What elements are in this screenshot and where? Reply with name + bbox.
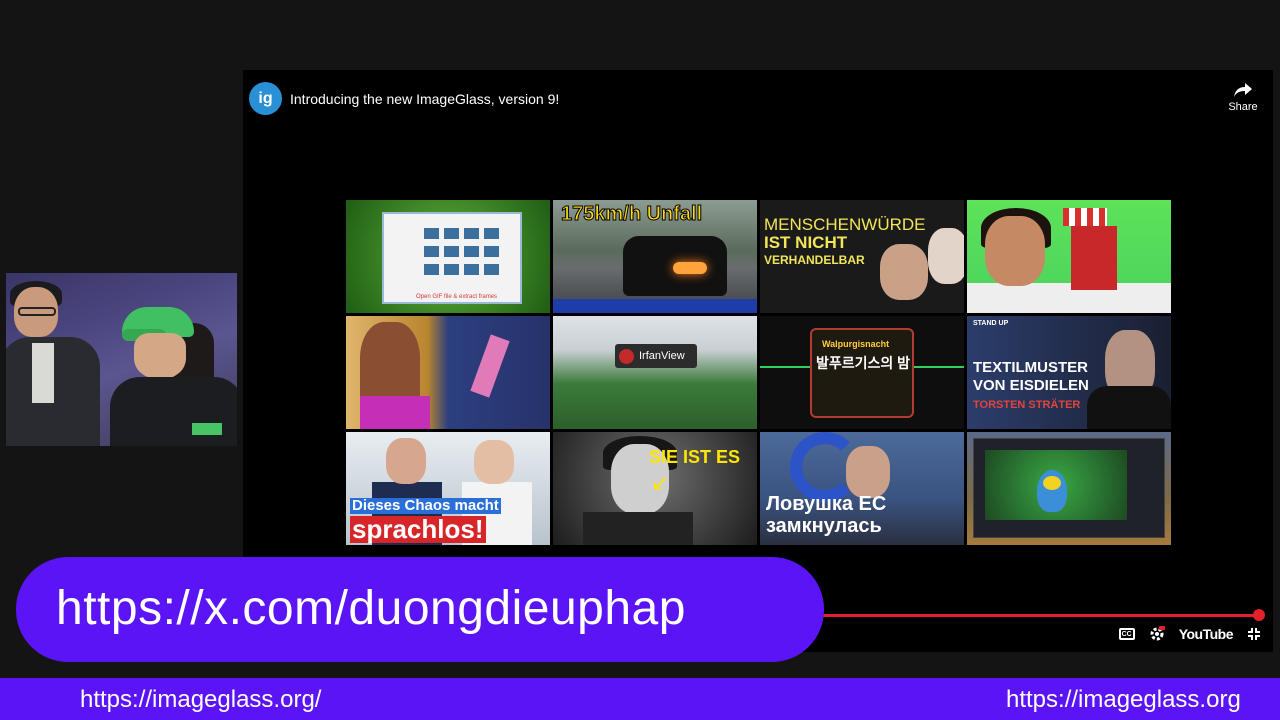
exit-fullscreen-icon[interactable] <box>1247 627 1261 641</box>
app-window <box>382 212 522 304</box>
thumbnail-caption-2: 발푸르기스의 밤 <box>816 355 911 371</box>
thumbnail-caption-1: Walpurgisnacht <box>822 339 890 349</box>
person-face <box>474 440 514 484</box>
thumbnail-caption-2: VON EISDIELEN <box>973 377 1089 394</box>
thumbnail-caption-2: IST NICHT <box>764 233 848 252</box>
control-buttons: CC YouTube <box>1118 626 1261 642</box>
youtube-logo[interactable]: YouTube <box>1179 626 1234 642</box>
irfanview-badge: IrfanView <box>615 344 697 368</box>
progress-scrubber[interactable] <box>1253 609 1265 621</box>
parrot-head <box>1043 476 1061 490</box>
thumbnail-parrot[interactable] <box>967 432 1171 545</box>
thumbnail-caption-2: замкнулась <box>766 515 882 537</box>
thumbnail-textilmuster[interactable]: STAND UP TEXTILMUSTER VON EISDIELEN TORS… <box>967 316 1171 429</box>
thumbnail-caption-1: TEXTILMUSTER <box>973 359 1088 376</box>
thumbnail-caption-3: VERHANDELBAR <box>764 253 865 267</box>
table <box>967 283 1171 313</box>
road <box>553 299 757 313</box>
thumbnail-walpurgisnacht[interactable]: Walpurgisnacht 발푸르기스의 밤 <box>760 316 964 429</box>
irfanview-label: IrfanView <box>639 350 685 362</box>
thumbnail-gif-frames[interactable]: Open GIF file & extract frames <box>346 200 550 313</box>
stream-canvas: ig Introducing the new ImageGlass, versi… <box>0 0 1280 720</box>
cohost-face <box>134 333 186 379</box>
cart-awning <box>1063 208 1107 226</box>
cohost-body <box>110 377 237 446</box>
thumbnail-caption: 175km/h Unfall <box>560 203 703 225</box>
person-coat <box>1087 386 1171 429</box>
cart <box>1071 226 1117 290</box>
person-face <box>880 244 928 300</box>
share-label: Share <box>1228 101 1258 113</box>
channel-logo[interactable]: ig <box>249 82 282 115</box>
thumbnail-sie-ist-es[interactable]: ↙ SIE IST ES <box>553 432 757 545</box>
person-face <box>846 446 890 498</box>
car-light <box>673 262 707 274</box>
footer-url-repeat: https://imageglass.org <box>1006 686 1241 713</box>
share-button[interactable]: Share <box>1223 82 1263 113</box>
thumbnail-caption-2: sprachlos! <box>350 514 486 544</box>
thumbnail-caption-1: MENSCHENWÜRDE <box>764 215 926 234</box>
thumbnail-gym[interactable] <box>346 316 550 429</box>
thumbnail-caption-3: TORSTEN STRÄTER <box>973 399 1081 411</box>
social-url-banner: https://x.com/duongdieuphap <box>16 557 824 662</box>
thumbnail-car-crash[interactable]: 175km/h Unfall <box>553 200 757 313</box>
thumbnail-grid: Open GIF file & extract frames 175km/h U… <box>346 200 1172 549</box>
host-shirt <box>32 343 54 403</box>
video-title[interactable]: Introducing the new ImageGlass, version … <box>290 91 559 107</box>
thumbnail-coke-cart[interactable] <box>967 200 1171 313</box>
irfanview-icon <box>619 348 634 364</box>
thumbnail-caption: SIE IST ES <box>649 447 741 467</box>
thumbnail-tag: STAND UP <box>973 320 1009 327</box>
settings-icon[interactable] <box>1149 626 1165 642</box>
footer-url: https://imageglass.org/ <box>80 686 322 713</box>
girl-face <box>985 216 1045 286</box>
person-face <box>386 438 426 484</box>
thumbnail-caption: Open GIF file & extract frames <box>416 294 498 300</box>
arrow-icon: ↙ <box>651 470 670 495</box>
share-icon <box>1234 83 1252 97</box>
thumbnail-caption-1: Ловушка ЕС <box>766 493 887 515</box>
thumbnail-eu-trap[interactable]: Ловушка ЕС замкнулась <box>760 432 964 545</box>
person-face <box>928 228 964 284</box>
thumbnail-menschenwuerde[interactable]: MENSCHENWÜRDE IST NICHT VERHANDELBAR <box>760 200 964 313</box>
person-coat <box>583 512 693 545</box>
thumbnail-chaos[interactable]: Dieses Chaos macht sprachlos! <box>346 432 550 545</box>
thumbnail-caption-1: Dieses Chaos macht <box>350 497 501 514</box>
cohost-badge <box>192 423 222 435</box>
footer-ticker: https://imageglass.org/ https://imagegla… <box>0 678 1280 720</box>
gymnast <box>470 334 510 398</box>
webcam-overlay <box>6 273 237 446</box>
social-url: https://x.com/duongdieuphap <box>56 582 686 635</box>
girl-dress <box>360 396 430 429</box>
host-glasses <box>18 307 56 316</box>
captions-icon[interactable]: CC <box>1118 628 1135 640</box>
thumbnail-irfanview[interactable]: IrfanView <box>553 316 757 429</box>
